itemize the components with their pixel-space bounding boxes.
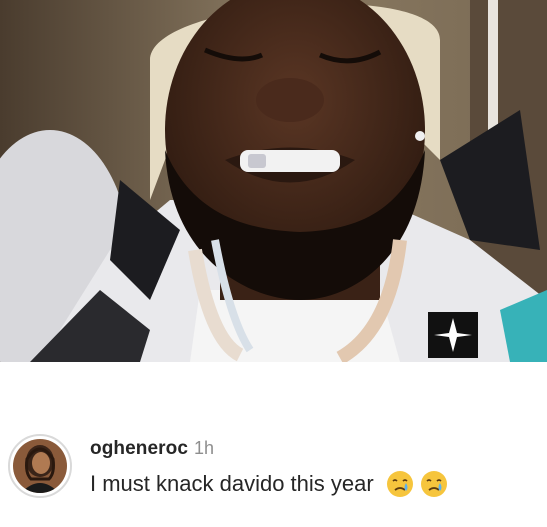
comment-text-row: I must knack davido this year — [90, 470, 537, 498]
emoji-group — [386, 470, 448, 498]
avatar[interactable] — [8, 434, 72, 498]
post-photo[interactable] — [0, 0, 547, 362]
comment-body: ogheneroc 1h I must knack davido this ye… — [90, 438, 537, 498]
comment-meta: ogheneroc 1h — [90, 438, 537, 460]
crying-face-emoji-icon — [420, 471, 447, 497]
photo-illustration — [0, 0, 547, 362]
instagram-post: ogheneroc 1h I must knack davido this ye… — [0, 0, 547, 527]
comment-timestamp: 1h — [194, 438, 215, 458]
comment-row: ogheneroc 1h I must knack davido this ye… — [0, 362, 547, 527]
avatar-image — [13, 439, 67, 493]
crying-face-emoji-icon — [386, 471, 413, 497]
username[interactable]: ogheneroc — [90, 438, 188, 460]
comment-text: I must knack davido this year — [90, 471, 374, 496]
